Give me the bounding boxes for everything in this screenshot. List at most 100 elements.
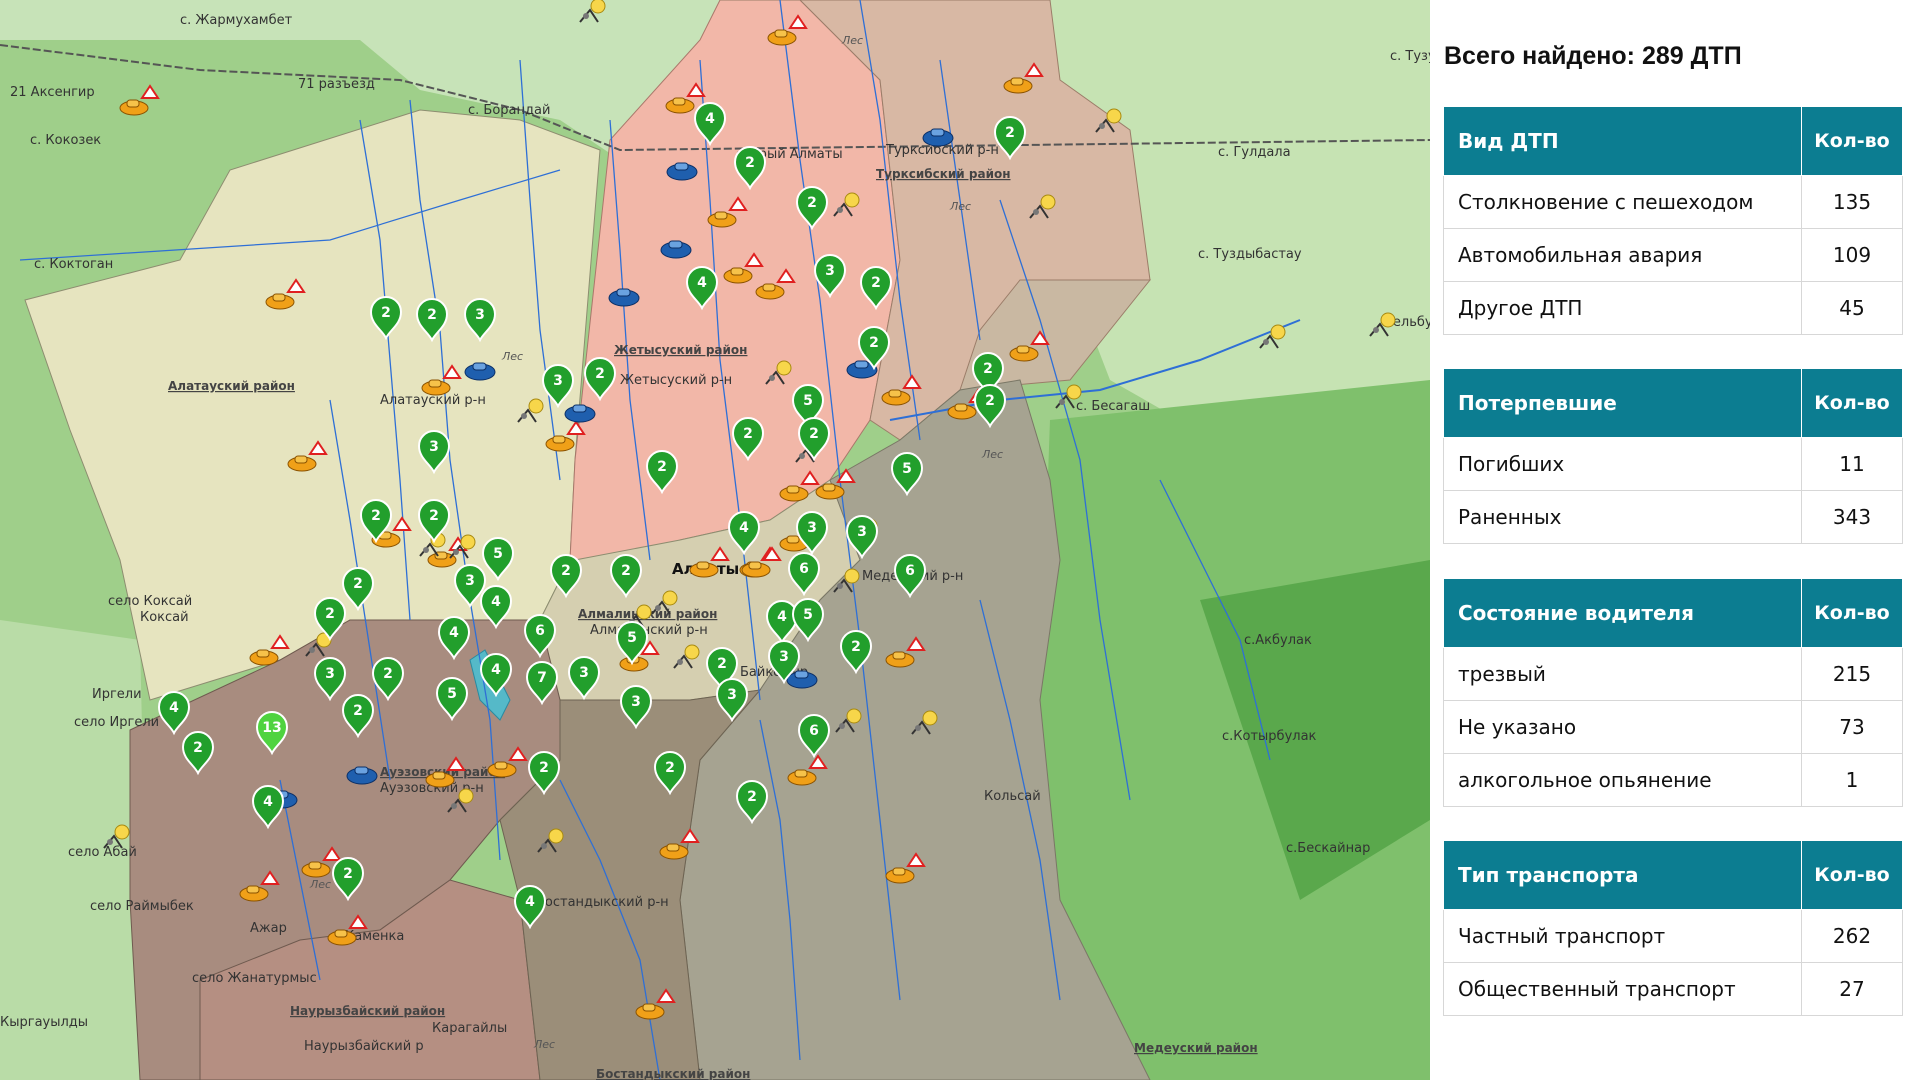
place-label: с. Кокозек	[30, 133, 101, 148]
cluster-count-label: 4	[169, 700, 179, 716]
cluster-count-label: 3	[475, 307, 485, 323]
district-label: Медеуский район	[1134, 1041, 1258, 1055]
forest-label: Лес	[501, 350, 523, 363]
cluster-count-label: 2	[429, 508, 439, 524]
row-label: Частный транспорт	[1443, 909, 1802, 963]
row-value: 109	[1801, 228, 1903, 282]
cluster-count-label: 3	[779, 649, 789, 665]
cluster-count-label: 2	[381, 305, 391, 321]
cluster-count-label: 3	[825, 263, 835, 279]
place-label: Кольсай	[984, 789, 1041, 804]
table-title: Тип транспорта	[1443, 840, 1802, 910]
row-value: 262	[1801, 909, 1903, 963]
table-row: Раненных 343	[1443, 490, 1903, 544]
cluster-count-label: 2	[871, 275, 881, 291]
cluster-count-label: 7	[537, 670, 547, 686]
cluster-count-label: 2	[595, 366, 605, 382]
row-label: Другое ДТП	[1443, 281, 1802, 335]
cluster-count-label: 2	[745, 155, 755, 171]
row-value: 45	[1801, 281, 1903, 335]
table-row: Не указано 73	[1443, 700, 1903, 754]
cluster-count-label: 2	[665, 760, 675, 776]
row-label: Раненных	[1443, 490, 1802, 544]
place-label: с. Бесагаш	[1076, 399, 1150, 414]
cluster-count-label: 2	[657, 459, 667, 475]
place-label: с. Туздыбастау	[1198, 247, 1302, 262]
place-label: с.Котырбулак	[1222, 729, 1317, 744]
cluster-count-label: 2	[343, 866, 353, 882]
place-label: 21 Аксенгир	[10, 85, 95, 100]
cluster-count-label: 4	[777, 609, 787, 625]
cluster-count-label: 2	[371, 508, 381, 524]
cluster-count-label: 6	[905, 563, 915, 579]
row-label: Не указано	[1443, 700, 1802, 754]
place-label: Коксай	[140, 610, 189, 625]
place-label: Наурызбайский р	[304, 1039, 424, 1054]
table-row: Другое ДТП 45	[1443, 281, 1903, 335]
place-label: Ажар	[250, 921, 287, 936]
cluster-count-label: 2	[747, 789, 757, 805]
cluster-count-label: 2	[353, 576, 363, 592]
cluster-count-label: 5	[803, 607, 813, 623]
cluster-count-label: 2	[427, 307, 437, 323]
row-value: 1	[1801, 753, 1903, 807]
row-label: Погибших	[1443, 437, 1802, 491]
cluster-count-label: 2	[353, 703, 363, 719]
place-label: Жетысуский р-н	[620, 373, 732, 388]
row-value: 215	[1801, 647, 1903, 701]
cluster-count-label: 2	[809, 426, 819, 442]
cluster-count-label: 6	[535, 623, 545, 639]
cluster-count-label: 3	[631, 694, 641, 710]
district-label: Жетысуский район	[614, 343, 747, 357]
map-view[interactable]: с. Жармухамбет 21 Аксенгир 71 разъезд с.…	[0, 0, 1430, 1080]
cluster-count-label: 2	[869, 335, 879, 351]
district-label: Наурызбайский район	[290, 1004, 445, 1018]
cluster-count-label: 2	[383, 666, 393, 682]
table-row: Автомобильная авария 109	[1443, 228, 1903, 282]
cluster-count-label: 2	[1005, 125, 1015, 141]
cluster-count-label: 4	[739, 520, 749, 536]
count-header: Кол-во	[1801, 368, 1903, 438]
place-label: с.Бескайнар	[1286, 841, 1370, 856]
cluster-count-label: 5	[447, 686, 457, 702]
row-value: 135	[1801, 175, 1903, 229]
cluster-count-label: 2	[539, 760, 549, 776]
cluster-count-label: 3	[325, 666, 335, 682]
row-value: 343	[1801, 490, 1903, 544]
place-label: село Раймыбек	[90, 899, 194, 914]
cluster-count-label: 5	[493, 546, 503, 562]
cluster-count-label: 4	[697, 275, 707, 291]
district-label: Бостандыкский район	[596, 1067, 750, 1080]
place-label: Иргели	[92, 687, 142, 702]
row-label: трезвый	[1443, 647, 1802, 701]
cluster-count-label: 4	[525, 894, 535, 910]
cluster-count-label: 5	[902, 461, 912, 477]
cluster-count-label: 6	[799, 561, 809, 577]
place-label: село Абай	[68, 845, 137, 860]
cluster-count-label: 4	[491, 662, 501, 678]
accident-type-table: Вид ДТП Кол-во Столкновение с пешеходом …	[1443, 106, 1903, 335]
district-label: Турксибский район	[876, 167, 1011, 181]
victims-table: Потерпевшие Кол-во Погибших 11 Раненных …	[1443, 368, 1903, 544]
place-label: село Коксай	[108, 594, 192, 609]
place-label: Бостандыкский р-н	[536, 895, 669, 910]
cluster-count-label: 3	[553, 373, 563, 389]
cluster-count-label: 4	[705, 111, 715, 127]
cluster-count-label: 5	[627, 630, 637, 646]
place-label: с. Коктоган	[34, 257, 113, 272]
driver-state-table: Состояние водителя Кол-во трезвый 215 Не…	[1443, 578, 1903, 807]
cluster-count-label: 5	[803, 393, 813, 409]
forest-label: Лес	[309, 878, 331, 891]
row-label: Общественный транспорт	[1443, 962, 1802, 1016]
cluster-count-label: 4	[449, 625, 459, 641]
row-value: 73	[1801, 700, 1903, 754]
cluster-count-label: 3	[807, 520, 817, 536]
map-canvas[interactable]: с. Жармухамбет 21 Аксенгир 71 разъезд с.…	[0, 0, 1430, 1080]
table-row: Погибших 11	[1443, 437, 1903, 491]
count-header: Кол-во	[1801, 578, 1903, 648]
statistics-panel: Всего найдено: 289 ДТП Вид ДТП Кол-во Ст…	[1430, 0, 1920, 1080]
cluster-count-label: 6	[809, 723, 819, 739]
forest-label: Лес	[949, 200, 971, 213]
cluster-count-label: 2	[561, 563, 571, 579]
table-row: Частный транспорт 262	[1443, 909, 1903, 963]
